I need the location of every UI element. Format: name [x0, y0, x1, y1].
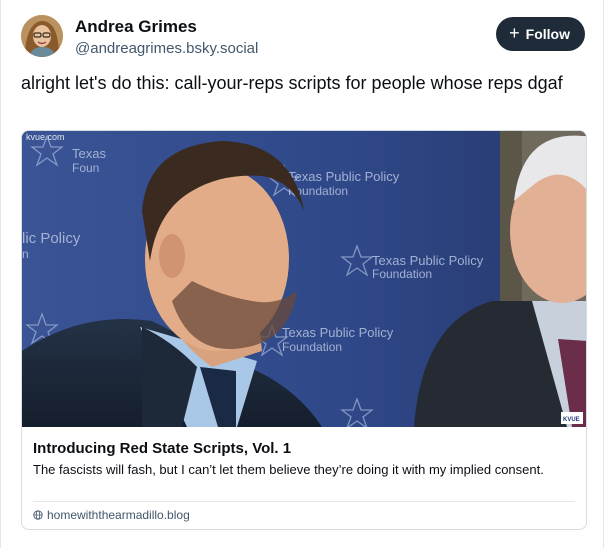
avatar[interactable]: [21, 15, 63, 57]
thumbnail-image: Texas Public Policy Foundation Texas Pub…: [22, 131, 586, 427]
backdrop-text: Foundation: [372, 267, 432, 281]
post-text: alright let's do this: call-your-reps sc…: [21, 73, 563, 93]
thumbnail-watermark: kvue.com: [26, 132, 65, 142]
backdrop-text: Texas Public Policy: [288, 169, 400, 184]
avatar-photo: [21, 15, 63, 57]
backdrop-text: Foun: [72, 161, 99, 175]
backdrop-text: Texas Public Policy: [282, 325, 394, 340]
author-display-name[interactable]: Andrea Grimes: [75, 17, 258, 37]
backdrop-text: Foundation: [282, 340, 342, 354]
link-card-divider: [33, 501, 575, 502]
link-card[interactable]: Texas Public Policy Foundation Texas Pub…: [21, 130, 587, 530]
kvue-badge-text: KVUE: [563, 417, 580, 423]
post-header: Andrea Grimes @andreagrimes.bsky.social …: [21, 15, 585, 59]
backdrop-text: Texas Public Policy: [372, 253, 484, 268]
backdrop-text: lic Policy: [22, 230, 81, 247]
backdrop-text: Texas: [72, 146, 106, 161]
author-handle[interactable]: @andreagrimes.bsky.social: [75, 39, 258, 59]
link-card-domain-text: homewiththearmadillo.blog: [47, 508, 190, 522]
plus-icon: +: [509, 23, 520, 43]
link-card-title[interactable]: Introducing Red State Scripts, Vol. 1: [33, 439, 575, 459]
post-container: Andrea Grimes @andreagrimes.bsky.social …: [0, 0, 604, 548]
follow-button[interactable]: + Follow: [496, 17, 585, 51]
link-card-domain[interactable]: homewiththearmadillo.blog: [33, 507, 190, 523]
author-names: Andrea Grimes @andreagrimes.bsky.social: [75, 17, 258, 59]
link-card-thumbnail[interactable]: Texas Public Policy Foundation Texas Pub…: [22, 131, 586, 427]
link-card-description: The fascists will fash, but I can’t let …: [33, 462, 544, 477]
follow-button-label: Follow: [525, 26, 570, 42]
backdrop-text: n: [22, 247, 29, 261]
globe-icon: [33, 510, 43, 520]
